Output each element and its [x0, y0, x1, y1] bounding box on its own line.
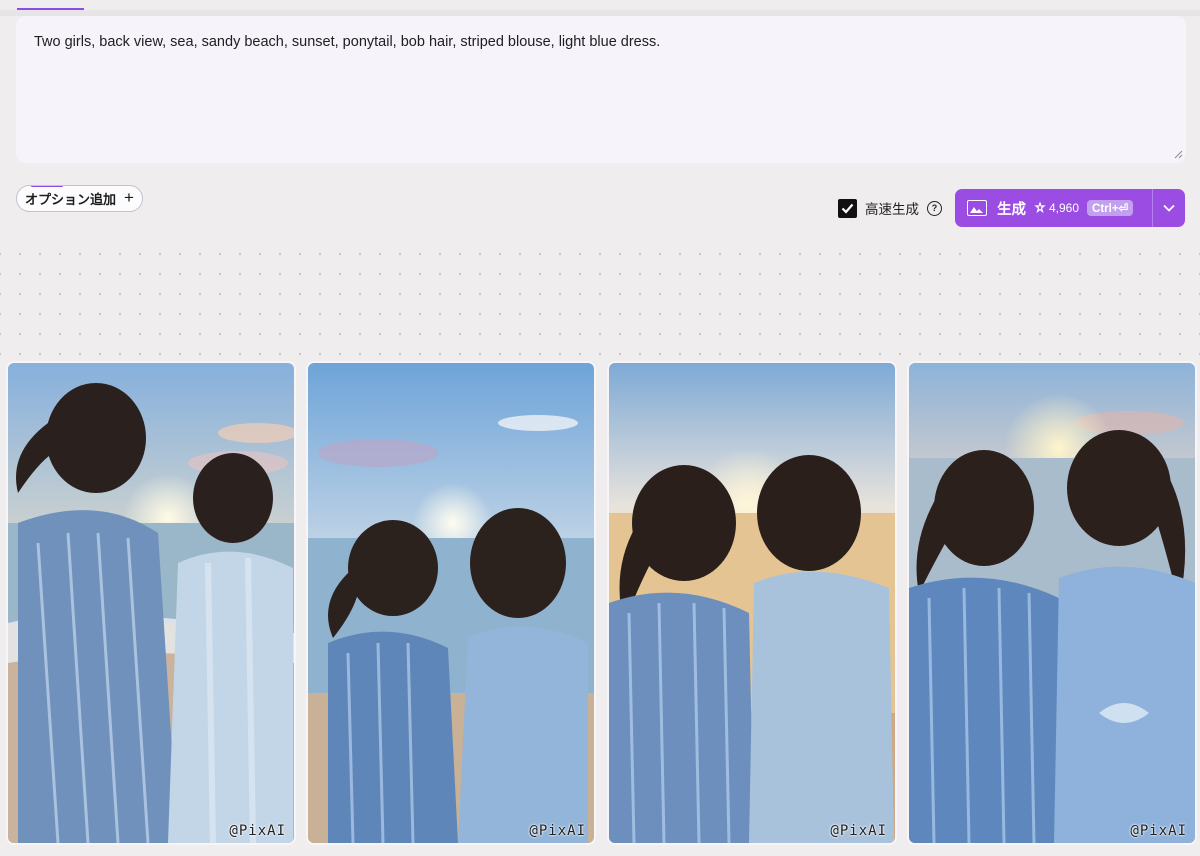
fast-generation-checkbox[interactable] [838, 198, 857, 218]
prompt-textarea[interactable]: Two girls, back view, sea, sandy beach, … [16, 16, 1186, 163]
watermark-4: @PixAI [1130, 823, 1187, 839]
image-gallery: @PixAI @PixAI @PixAI @PixAI [8, 363, 1195, 843]
image-3-illustration [609, 363, 895, 843]
resize-handle-icon[interactable] [1173, 149, 1183, 159]
generated-image-3[interactable]: @PixAI [609, 363, 895, 843]
image-1-illustration [8, 363, 294, 843]
add-option-label: オプション追加 [25, 192, 117, 207]
fast-generation-label: 高速生成 [865, 202, 919, 217]
watermark-2: @PixAI [529, 823, 586, 839]
help-circle-icon[interactable]: ? [927, 200, 942, 216]
generated-image-4[interactable]: @PixAI [909, 363, 1195, 843]
option-accent [31, 186, 63, 187]
add-option-button[interactable]: オプション追加 + [16, 185, 143, 212]
generate-options-dropdown[interactable] [1153, 189, 1185, 227]
generate-label: 生成 [997, 201, 1026, 218]
credit-icon [1034, 202, 1046, 214]
generated-image-1[interactable]: @PixAI [8, 363, 294, 843]
credit-value: 4,960 [1049, 201, 1080, 215]
generate-main[interactable]: 生成 4,960 Ctrl+⏎ [955, 189, 1152, 227]
plus-icon: + [124, 187, 134, 207]
dotted-canvas [0, 238, 1200, 362]
generate-button[interactable]: 生成 4,960 Ctrl+⏎ [955, 189, 1185, 227]
watermark-3: @PixAI [830, 823, 887, 839]
generated-image-2[interactable]: @PixAI [308, 363, 594, 843]
credit-count: 4,960 [1034, 201, 1079, 215]
image-4-illustration [909, 363, 1195, 843]
image-icon [967, 200, 987, 216]
watermark-1: @PixAI [229, 823, 286, 839]
fast-generation-toggle[interactable]: 高速生成 ? [838, 198, 942, 218]
image-2-illustration [308, 363, 594, 843]
prompt-text[interactable]: Two girls, back view, sea, sandy beach, … [34, 32, 1166, 52]
checkmark-icon [841, 203, 854, 214]
chevron-down-icon [1163, 204, 1175, 212]
shortcut-badge: Ctrl+⏎ [1087, 200, 1134, 216]
